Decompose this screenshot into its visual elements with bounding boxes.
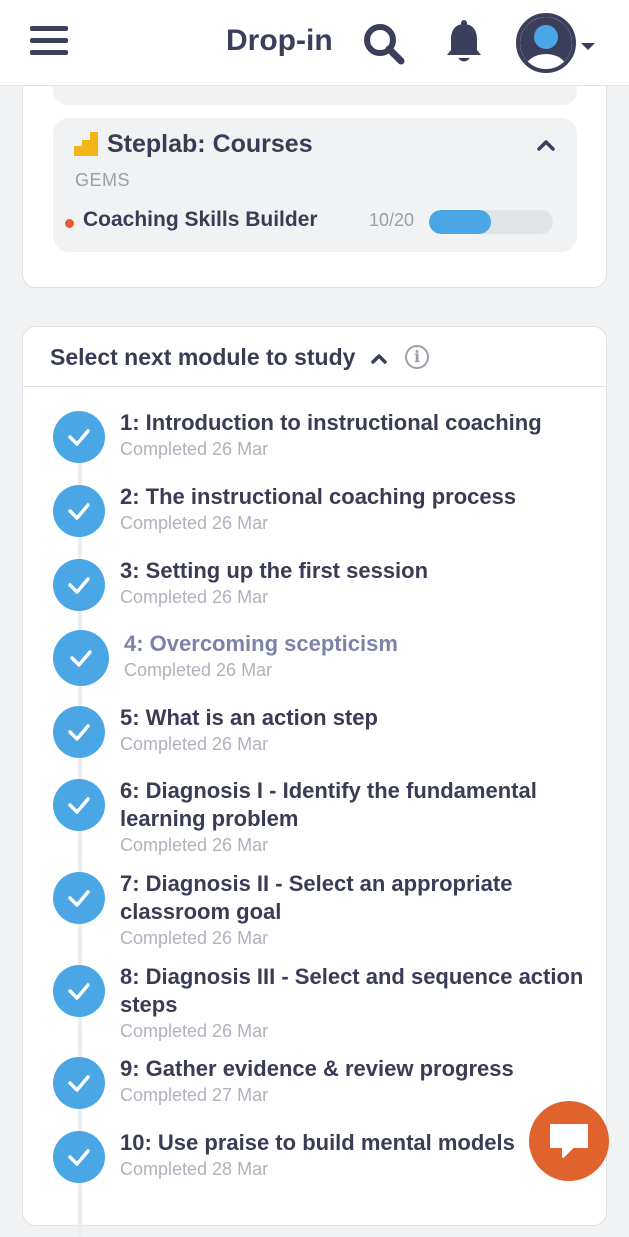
module-item[interactable]: 10: Use praise to build mental models Com… xyxy=(23,1129,606,1199)
modules-header[interactable]: Select next module to study i xyxy=(23,327,606,387)
module-title: 10: Use praise to build mental models xyxy=(120,1130,515,1155)
course-progress-fill xyxy=(429,210,491,234)
brand-title[interactable]: Drop-in xyxy=(226,24,333,58)
top-bar: Drop-in xyxy=(0,0,629,86)
module-status: Completed 26 Mar xyxy=(120,928,269,948)
module-item[interactable]: 7: Diagnosis II - Select an appropriate … xyxy=(23,870,606,962)
collapse-caret-icon[interactable] xyxy=(371,351,387,364)
chat-icon[interactable] xyxy=(529,1101,609,1181)
module-title: 3: Setting up the first session xyxy=(120,558,429,583)
steplab-subtitle: GEMS xyxy=(75,170,131,190)
menu-icon[interactable] xyxy=(30,24,68,58)
caret-down-icon[interactable] xyxy=(580,39,596,50)
status-dot xyxy=(65,219,74,228)
module-item[interactable]: 2: The instructional coaching process Com… xyxy=(23,483,606,553)
info-icon[interactable]: i xyxy=(405,345,429,369)
module-status: Completed 28 Mar xyxy=(120,1159,269,1179)
module-item[interactable]: 6: Diagnosis I - Identify the fundamenta… xyxy=(23,777,606,869)
check-circle-icon xyxy=(53,965,105,1017)
module-status: Completed 26 Mar xyxy=(120,835,269,855)
modules-card: Select next module to study i 1: Introdu… xyxy=(22,326,607,1237)
module-title: 2: The instructional coaching process xyxy=(120,484,517,509)
bell-icon[interactable] xyxy=(442,20,486,66)
steplab-panel: Steplab: Courses GEMS Coaching Skills Bu… xyxy=(53,118,577,252)
search-icon[interactable] xyxy=(362,22,406,66)
module-title: 4: Overcoming scepticism xyxy=(124,631,398,656)
module-item[interactable]: 1: Introduction to instructional coachin… xyxy=(23,409,606,479)
check-circle-icon xyxy=(53,1057,105,1109)
course-link[interactable]: Coaching Skills Builder xyxy=(83,208,318,232)
module-title: 8: Diagnosis III - Select and sequence a… xyxy=(120,964,584,1017)
modules-title: Select next module to study xyxy=(50,344,356,370)
steplab-logo-icon xyxy=(74,132,98,156)
check-circle-icon xyxy=(53,872,105,924)
module-title: 7: Diagnosis II - Select an appropriate … xyxy=(120,871,513,924)
module-status: Completed 26 Mar xyxy=(120,587,269,607)
module-status: Completed 26 Mar xyxy=(120,439,269,459)
check-circle-icon xyxy=(53,779,105,831)
steplab-title: Steplab: Courses xyxy=(107,130,313,158)
module-item[interactable]: 3: Setting up the first session Completed… xyxy=(23,557,606,627)
course-progress-bar xyxy=(429,210,553,234)
module-item[interactable]: 5: What is an action step Completed 26 Ma… xyxy=(23,704,606,774)
module-status: Completed 26 Mar xyxy=(120,734,269,754)
check-circle-icon xyxy=(53,1131,105,1183)
module-status: Completed 26 Mar xyxy=(120,1021,269,1041)
courses-card: Steplab: Courses GEMS Coaching Skills Bu… xyxy=(22,60,607,288)
module-status: Completed 26 Mar xyxy=(120,513,269,533)
course-progress-count: 10/20 xyxy=(369,210,415,230)
module-title: 5: What is an action step xyxy=(120,705,378,730)
avatar-icon[interactable] xyxy=(516,13,576,73)
check-circle-icon xyxy=(53,630,109,686)
module-item[interactable]: 9: Gather evidence & review progress Comp… xyxy=(23,1055,606,1125)
collapse-caret-icon[interactable] xyxy=(537,138,555,151)
module-item[interactable]: 4: Overcoming scepticism Completed 26 Mar xyxy=(23,630,606,700)
check-circle-icon xyxy=(53,411,105,463)
module-title: 1: Introduction to instructional coachin… xyxy=(120,410,542,435)
check-circle-icon xyxy=(53,559,105,611)
module-status: Completed 27 Mar xyxy=(120,1085,269,1105)
module-title: 9: Gather evidence & review progress xyxy=(120,1056,514,1081)
check-circle-icon xyxy=(53,485,105,537)
check-circle-icon xyxy=(53,706,105,758)
module-title: 6: Diagnosis I - Identify the fundamenta… xyxy=(120,778,537,831)
module-status: Completed 26 Mar xyxy=(124,660,273,680)
module-item[interactable]: 8: Diagnosis III - Select and sequence a… xyxy=(23,963,606,1055)
